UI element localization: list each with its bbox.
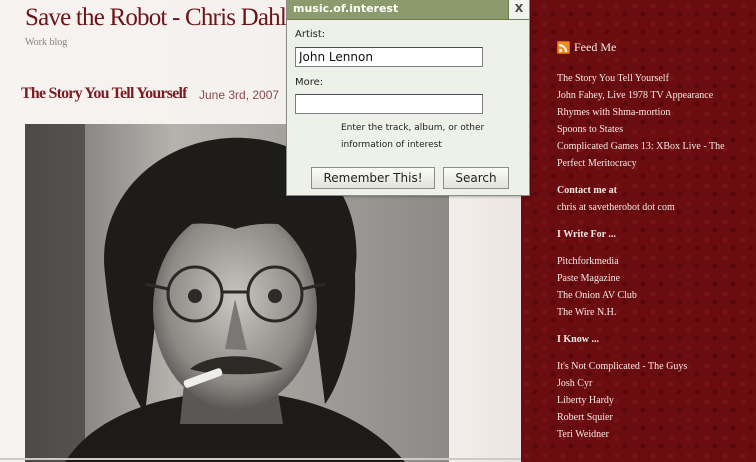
recent-post-link[interactable]: Rhymes with Shma-mortion xyxy=(557,104,725,121)
write-link[interactable]: Pitchforkmedia xyxy=(557,253,637,270)
write-heading: I Write For ... xyxy=(557,229,616,240)
write-list: Pitchforkmedia Paste Magazine The Onion … xyxy=(557,253,637,321)
feed-link[interactable]: Feed Me xyxy=(557,40,616,55)
close-button[interactable]: X xyxy=(508,0,529,19)
feed-label[interactable]: Feed Me xyxy=(574,40,616,55)
more-label: More: xyxy=(295,77,324,88)
artist-input[interactable] xyxy=(295,47,483,67)
popup-title-bar[interactable]: music.of.interest X xyxy=(287,0,529,20)
know-link[interactable]: Liberty Hardy xyxy=(557,392,687,409)
artist-label: Artist: xyxy=(295,29,326,40)
write-link[interactable]: The Wire N.H. xyxy=(557,304,637,321)
site-tagline: Work blog xyxy=(25,37,68,48)
more-input[interactable] xyxy=(295,94,483,114)
more-hint-text: Enter the track, album, or other informa… xyxy=(341,123,485,150)
sidebar: Feed Me The Story You Tell Yourself John… xyxy=(521,0,756,462)
rss-icon[interactable] xyxy=(557,41,570,54)
write-link[interactable]: Paste Magazine xyxy=(557,270,637,287)
post-title[interactable]: The Story You Tell Yourself xyxy=(21,85,187,103)
know-link[interactable]: Teri Weidner xyxy=(557,426,687,443)
know-link[interactable]: Robert Squier xyxy=(557,409,687,426)
recent-posts-list: The Story You Tell Yourself John Fahey, … xyxy=(557,70,725,172)
site-title[interactable]: Save the Robot - Chris Dahl xyxy=(25,4,287,32)
write-link[interactable]: The Onion AV Club xyxy=(557,287,637,304)
know-list: It's Not Complicated - The Guys Josh Cyr… xyxy=(557,358,687,443)
recent-post-link[interactable]: Complicated Games 13: XBox Live - The xyxy=(557,138,725,155)
recent-post-link[interactable]: The Story You Tell Yourself xyxy=(557,70,725,87)
remember-this-button[interactable]: Remember This! xyxy=(311,167,435,189)
recent-post-link[interactable]: John Fahey, Live 1978 TV Appearance xyxy=(557,87,725,104)
music-of-interest-popup: music.of.interest X Artist: More: Enter … xyxy=(286,0,530,196)
contact-email: chris at savetherobot dot com xyxy=(557,202,675,213)
recent-post-link[interactable]: Perfect Meritocracy xyxy=(557,155,725,172)
contact-heading: Contact me at xyxy=(557,185,617,196)
post-date: June 3rd, 2007 xyxy=(199,88,280,102)
scroll-divider xyxy=(0,458,521,460)
search-button[interactable]: Search xyxy=(443,167,509,189)
popup-title: music.of.interest xyxy=(293,2,399,15)
recent-post-link[interactable]: Spoons to States xyxy=(557,121,725,138)
know-heading: I Know ... xyxy=(557,334,599,345)
know-link[interactable]: It's Not Complicated - The Guys xyxy=(557,358,687,375)
know-link[interactable]: Josh Cyr xyxy=(557,375,687,392)
